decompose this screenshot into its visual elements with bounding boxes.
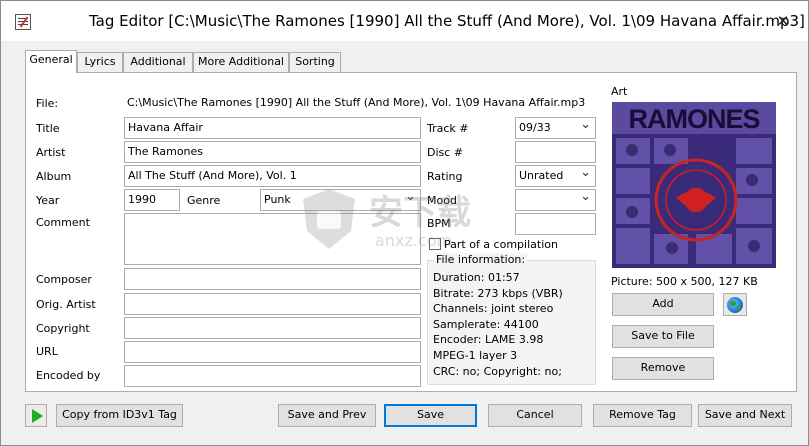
cancel-button[interactable]: Cancel: [488, 404, 582, 427]
play-button[interactable]: [25, 404, 47, 427]
web-art-button[interactable]: [723, 293, 747, 316]
file-info-crc: CRC: no; Copyright: no;: [433, 364, 562, 378]
title-field[interactable]: Havana Affair: [124, 117, 421, 139]
tab-sorting[interactable]: Sorting: [289, 52, 341, 72]
file-info-mpeg: MPEG-1 layer 3: [433, 348, 518, 362]
file-info-samplerate: Samplerate: 44100: [433, 317, 539, 331]
save-label: Save: [416, 408, 444, 421]
close-button[interactable]: ✕: [772, 11, 794, 31]
encoded-by-label: Encoded by: [36, 369, 101, 382]
encoded-by-field[interactable]: [124, 365, 421, 387]
remove-art-button[interactable]: Remove: [612, 357, 714, 380]
file-info-bitrate: Bitrate: 273 kbps (VBR): [433, 286, 563, 300]
file-path: C:\Music\The Ramones [1990] All the Stuf…: [127, 96, 586, 109]
composer-field[interactable]: [124, 268, 421, 290]
file-info-group: File information: Duration: 01:57 Bitrat…: [427, 253, 596, 385]
remove-art-label: Remove: [640, 361, 686, 374]
tab-lyrics[interactable]: Lyrics: [77, 52, 123, 72]
track-label: Track #: [427, 122, 469, 135]
url-field[interactable]: [124, 341, 421, 363]
art-label: Art: [611, 85, 628, 98]
bpm-field[interactable]: [515, 213, 596, 235]
save-and-next-label: Save and Next: [704, 408, 786, 421]
play-icon: [32, 409, 43, 423]
watermark: 安下载 anxz.com: [299, 181, 509, 261]
tab-general[interactable]: General: [25, 50, 77, 73]
copyright-label: Copyright: [36, 322, 90, 335]
year-label: Year: [36, 194, 60, 207]
comment-label: Comment: [36, 216, 90, 229]
copy-from-id3v1-label: Copy from ID3v1 Tag: [62, 408, 177, 421]
album-label: Album: [36, 170, 72, 183]
shield-icon: [303, 189, 355, 249]
orig-artist-field[interactable]: [124, 293, 421, 315]
add-art-button[interactable]: Add: [612, 293, 714, 316]
file-label: File:: [36, 97, 59, 110]
title-bar: Tag Editor [C:\Music\The Ramones [1990] …: [1, 1, 808, 41]
disc-label: Disc #: [427, 146, 464, 159]
picture-info: Picture: 500 x 500, 127 KB: [611, 275, 758, 288]
mood-select[interactable]: [515, 189, 596, 211]
remove-tag-label: Remove Tag: [609, 408, 676, 421]
tag-editor-icon: [15, 14, 31, 30]
globe-icon: [727, 297, 743, 313]
copyright-field[interactable]: [124, 317, 421, 339]
add-art-label: Add: [652, 297, 674, 310]
file-info-lines: Duration: 01:57 Bitrate: 273 kbps (VBR) …: [433, 270, 563, 379]
rating-select[interactable]: Unrated: [515, 165, 596, 187]
save-and-prev-button[interactable]: Save and Prev: [278, 404, 376, 427]
year-field[interactable]: 1990: [124, 189, 180, 211]
tag-editor-window: Tag Editor [C:\Music\The Ramones [1990] …: [0, 0, 809, 446]
cancel-label: Cancel: [516, 408, 554, 421]
copy-from-id3v1-button[interactable]: Copy from ID3v1 Tag: [56, 404, 183, 427]
save-art-to-file-button[interactable]: Save to File: [612, 325, 714, 348]
file-info-channels: Channels: joint stereo: [433, 302, 554, 316]
save-and-prev-label: Save and Prev: [287, 408, 367, 421]
watermark-text: 安下载: [369, 193, 471, 233]
album-cover-art: RAMONES: [612, 102, 776, 268]
save-button[interactable]: Save: [384, 404, 477, 427]
track-select[interactable]: 09/33: [515, 117, 596, 139]
tab-more-additional[interactable]: More Additional: [193, 52, 289, 72]
artist-label: Artist: [36, 146, 66, 159]
svg-text:RAMONES: RAMONES: [628, 104, 759, 134]
save-and-next-button[interactable]: Save and Next: [698, 404, 792, 427]
composer-label: Composer: [36, 273, 92, 286]
tab-additional[interactable]: Additional: [123, 52, 193, 72]
album-cover-image[interactable]: RAMONES: [612, 102, 776, 268]
genre-label: Genre: [187, 194, 221, 207]
window-title: Tag Editor [C:\Music\The Ramones [1990] …: [89, 12, 805, 30]
disc-field[interactable]: [515, 141, 596, 163]
remove-tag-button[interactable]: Remove Tag: [593, 404, 692, 427]
watermark-subtext: anxz.com: [375, 231, 453, 250]
file-info-duration: Duration: 01:57: [433, 271, 520, 284]
file-info-encoder: Encoder: LAME 3.98: [433, 333, 544, 347]
title-label: Title: [36, 122, 60, 135]
url-label: URL: [36, 345, 58, 358]
artist-field[interactable]: The Ramones: [124, 141, 421, 163]
save-art-label: Save to File: [631, 329, 695, 342]
orig-artist-label: Orig. Artist: [36, 298, 96, 311]
